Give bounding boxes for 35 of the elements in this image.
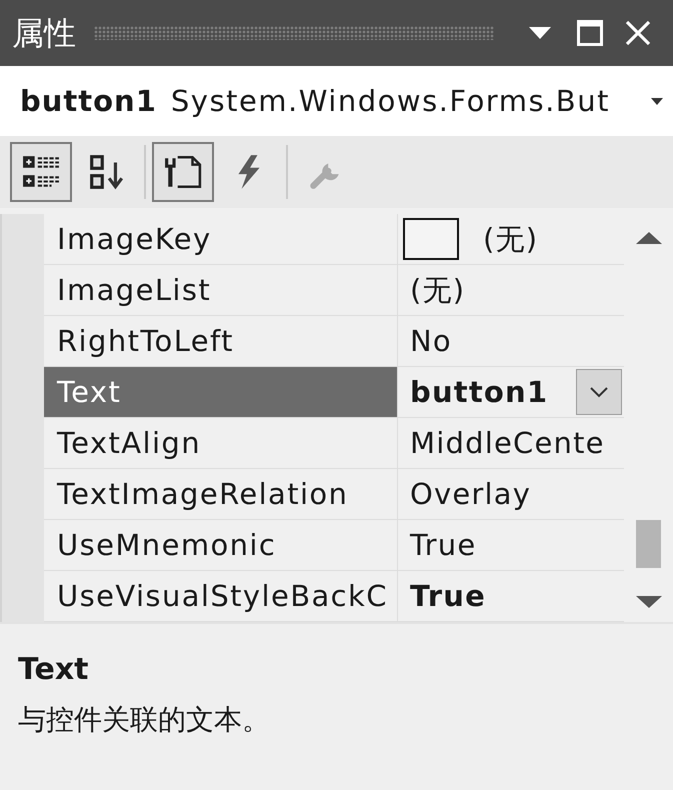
scrollbar-thumb[interactable]: [636, 520, 661, 568]
object-type: System.Windows.Forms.But: [170, 84, 610, 118]
description-text: 与控件关联的文本。: [18, 702, 271, 738]
scroll-up-icon[interactable]: [636, 232, 662, 244]
description-title: Text: [18, 651, 90, 689]
scroll-down-icon[interactable]: [636, 596, 662, 608]
dropdown-caret-icon[interactable]: [651, 98, 663, 104]
property-name[interactable]: UseMnemonic: [44, 520, 398, 570]
properties-button[interactable]: [152, 142, 214, 202]
drag-grip[interactable]: [94, 26, 494, 40]
property-name[interactable]: ImageList: [44, 265, 398, 315]
sort-down-icon: [88, 154, 126, 190]
close-icon[interactable]: [625, 20, 651, 46]
property-value[interactable]: No: [398, 321, 452, 361]
property-value[interactable]: True: [398, 576, 486, 616]
caret-icon[interactable]: [529, 27, 551, 39]
maximize-icon[interactable]: [577, 20, 603, 46]
property-value[interactable]: button1: [398, 372, 548, 412]
property-value[interactable]: MiddleCente: [398, 423, 605, 463]
window-title: 属性: [12, 13, 76, 53]
property-name[interactable]: RightToLeft: [44, 316, 398, 366]
property-name[interactable]: UseVisualStyleBackC: [44, 571, 398, 621]
chevron-down-icon: [589, 386, 609, 398]
property-value[interactable]: Overlay: [398, 474, 532, 514]
categorized-view-button[interactable]: [10, 142, 72, 202]
property-name[interactable]: ImageKey: [44, 214, 398, 264]
property-name[interactable]: TextImageRelation: [44, 469, 398, 519]
category-list-icon: [22, 154, 60, 190]
property-value[interactable]: (无): [398, 270, 466, 310]
wrench-page-icon: [164, 154, 202, 190]
property-name[interactable]: Text: [44, 367, 398, 417]
property-value[interactable]: (无): [459, 219, 538, 259]
object-name: button1: [20, 84, 157, 118]
property-name[interactable]: TextAlign: [44, 418, 398, 468]
property-value[interactable]: True: [398, 525, 476, 565]
